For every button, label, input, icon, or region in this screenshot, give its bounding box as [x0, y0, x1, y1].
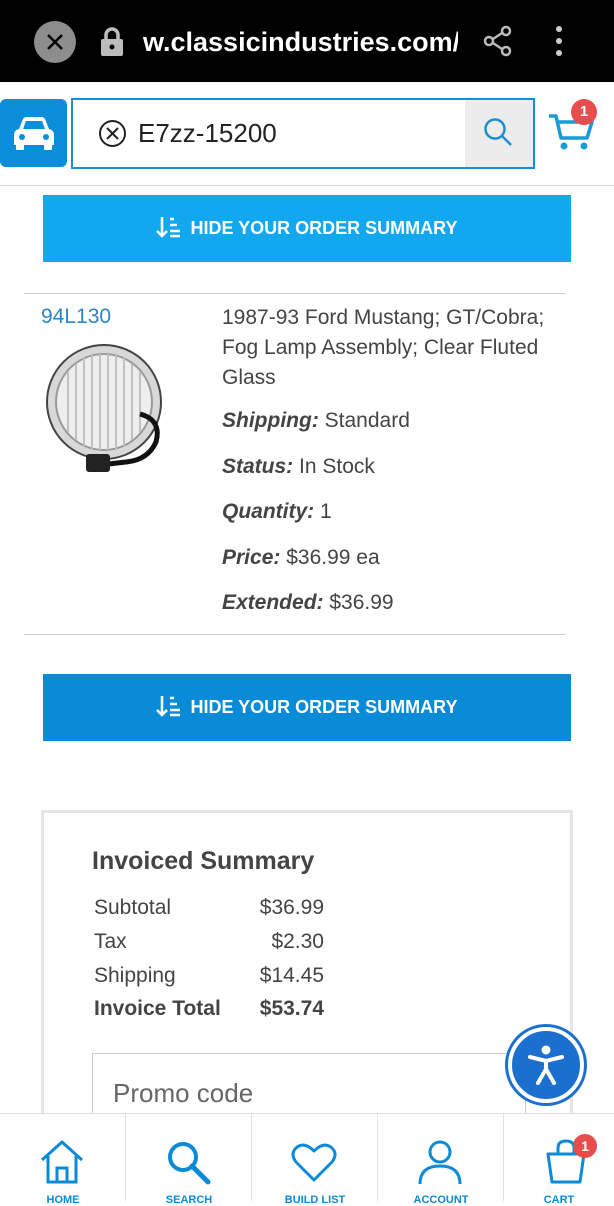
search-icon — [168, 1142, 211, 1185]
lock-icon — [101, 27, 123, 56]
browser-toolbar: w.classicindustries.com/s — [0, 0, 614, 82]
nav-search[interactable]: SEARCH — [126, 1114, 252, 1206]
clear-icon — [106, 127, 119, 140]
hide-order-summary-button[interactable]: HIDE YOUR ORDER SUMMARY — [43, 674, 571, 741]
part-number-link[interactable]: 94L130 — [41, 305, 111, 329]
share-icon[interactable] — [483, 25, 513, 57]
car-icon — [14, 117, 54, 150]
search-icon — [484, 118, 512, 146]
nav-cart-badge: 1 — [573, 1134, 597, 1158]
extended-detail: Extended: $36.99 — [222, 591, 394, 614]
fog-lamp-image[interactable] — [44, 342, 164, 477]
divider — [24, 293, 565, 294]
search-field[interactable]: E7zz-15200 — [71, 98, 535, 169]
invoiced-summary-card: Invoiced Summary Subtotal $36.99 Tax $2.… — [41, 810, 573, 1133]
button-label: HIDE YOUR ORDER SUMMARY — [190, 218, 458, 238]
divider — [24, 634, 565, 635]
home-icon — [40, 1140, 84, 1184]
hide-order-summary-button[interactable]: HIDE YOUR ORDER SUMMARY — [43, 195, 571, 262]
nav-account[interactable]: ACCOUNT — [378, 1114, 504, 1206]
close-tab-button[interactable] — [34, 21, 76, 63]
sort-down-icon — [156, 217, 181, 239]
status-detail: Status: In Stock — [222, 455, 375, 478]
heart-icon — [291, 1143, 337, 1182]
sort-down-icon — [156, 696, 181, 718]
nav-cart[interactable]: CART — [504, 1114, 614, 1206]
bottom-navigation: HOME SEARCH BUILD LIST ACCOUNT CART — [0, 1113, 614, 1206]
clear-search-button[interactable] — [99, 120, 126, 147]
more-vert-icon[interactable] — [546, 24, 572, 58]
cart-count-badge: 1 — [571, 99, 597, 125]
nav-build-list[interactable]: BUILD LIST — [252, 1114, 378, 1206]
vehicle-selector-button[interactable] — [0, 99, 67, 167]
button-label: HIDE YOUR ORDER SUMMARY — [190, 697, 458, 717]
address-bar[interactable]: w.classicindustries.com/s — [143, 24, 458, 60]
search-submit-button[interactable] — [465, 100, 533, 167]
shipping-detail: Shipping: Standard — [222, 409, 410, 432]
nav-home[interactable]: HOME — [0, 1114, 126, 1206]
close-icon — [47, 34, 63, 50]
summary-title: Invoiced Summary — [92, 847, 315, 875]
site-header: E7zz-15200 — [0, 82, 614, 186]
accessibility-button[interactable] — [508, 1027, 584, 1103]
user-icon — [418, 1140, 462, 1185]
quantity-detail: Quantity: 1 — [222, 500, 332, 523]
accessibility-icon — [528, 1045, 564, 1085]
promo-code-placeholder: Promo code — [113, 1078, 254, 1108]
price-detail: Price: $36.99 ea — [222, 546, 380, 569]
item-description: 1987-93 Ford Mustang; GT/Cobra; Fog Lamp… — [222, 306, 545, 389]
search-input[interactable]: E7zz-15200 — [138, 116, 277, 150]
